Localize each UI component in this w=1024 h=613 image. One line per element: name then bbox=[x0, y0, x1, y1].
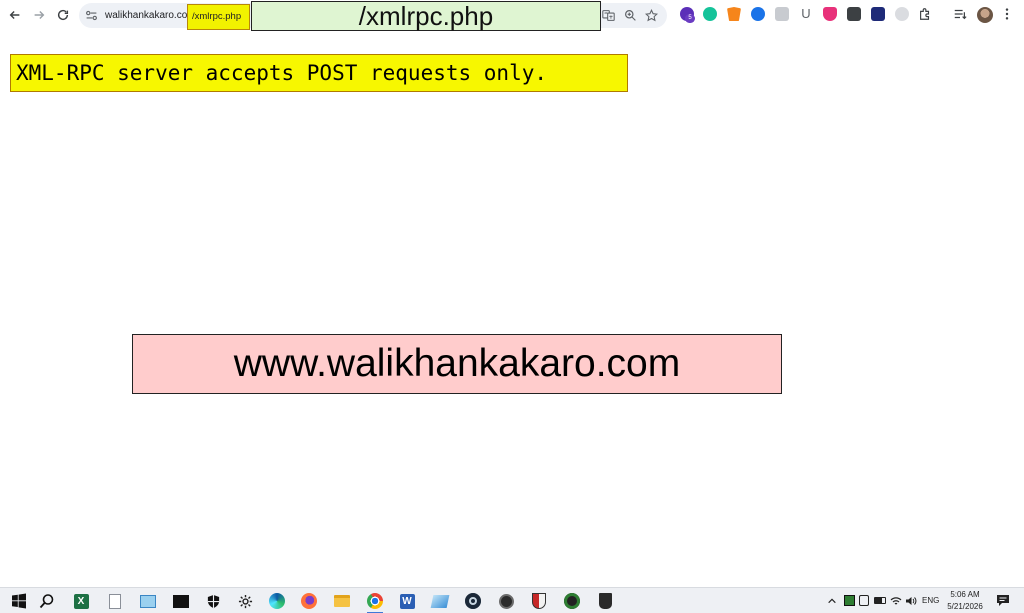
site-settings-icon[interactable] bbox=[85, 9, 98, 22]
forward-button[interactable] bbox=[28, 4, 50, 26]
extension-gray-icon[interactable] bbox=[775, 7, 789, 21]
extension-u-icon[interactable]: U bbox=[799, 7, 813, 21]
arrow-left-icon bbox=[9, 11, 20, 19]
profile-avatar[interactable] bbox=[977, 7, 993, 23]
speaker-icon bbox=[906, 596, 917, 605]
taskbar-notepad[interactable] bbox=[106, 592, 124, 610]
path-annotation-banner: /xmlrpc.php bbox=[251, 1, 601, 31]
translate-icon[interactable] bbox=[602, 9, 615, 22]
taskbar-file-explorer[interactable] bbox=[333, 592, 351, 610]
app-window-icon bbox=[140, 594, 156, 608]
reload-icon bbox=[57, 9, 69, 21]
taskbar-app-dark[interactable] bbox=[497, 592, 515, 610]
taskbar-steam[interactable] bbox=[464, 592, 482, 610]
tray-green-icon bbox=[843, 595, 855, 606]
windows-logo-icon bbox=[12, 593, 26, 609]
taskbar-security[interactable] bbox=[204, 592, 222, 610]
more-menu-icon[interactable] bbox=[1000, 7, 1014, 21]
shield-icon bbox=[207, 594, 219, 608]
excel-icon: X bbox=[73, 593, 89, 609]
terminal-icon bbox=[173, 594, 189, 608]
app-blue-icon bbox=[430, 594, 450, 608]
zoom-icon[interactable] bbox=[624, 9, 637, 22]
tray-overflow-chevron-icon[interactable] bbox=[826, 594, 838, 607]
browser-toolbar: walikhankakaro.com /xmlrpc.php /xmlrpc.p… bbox=[0, 0, 1024, 31]
battery-icon bbox=[874, 597, 886, 604]
search-button[interactable] bbox=[38, 592, 56, 610]
gear-icon bbox=[238, 594, 252, 608]
app-green-icon bbox=[564, 593, 580, 609]
steam-icon bbox=[465, 593, 481, 609]
taskbar-chrome[interactable] bbox=[366, 592, 384, 613]
document-icon bbox=[109, 593, 121, 609]
url-host[interactable]: walikhankakaro.com bbox=[105, 9, 196, 22]
tray-battery[interactable] bbox=[874, 594, 886, 607]
bookmark-star-icon[interactable] bbox=[645, 9, 658, 22]
tray-app-icon[interactable] bbox=[843, 594, 855, 607]
arrow-right-icon bbox=[34, 11, 45, 19]
taskbar-terminal[interactable] bbox=[172, 592, 190, 610]
taskbar-firefox[interactable] bbox=[300, 592, 318, 610]
reload-button[interactable] bbox=[52, 4, 74, 26]
tray-app-icon-2[interactable] bbox=[858, 594, 870, 607]
extension-blue-icon[interactable] bbox=[751, 7, 765, 21]
extension-shield-icon[interactable] bbox=[823, 7, 837, 21]
extension-navy-icon[interactable] bbox=[871, 7, 885, 21]
taskbar-excel[interactable]: X bbox=[72, 592, 90, 610]
reading-list-icon[interactable] bbox=[953, 7, 967, 21]
extension-badge: 5 bbox=[685, 14, 695, 23]
back-button[interactable] bbox=[4, 4, 26, 26]
taskbar: X W ENG 5:06 AM 5/21/2026 bbox=[0, 587, 1024, 613]
firefox-icon bbox=[301, 593, 317, 609]
taskbar-app[interactable] bbox=[139, 592, 157, 610]
grammarly-icon[interactable] bbox=[703, 7, 717, 21]
taskbar-app-blue[interactable] bbox=[430, 592, 450, 610]
tray-monitor-icon bbox=[859, 595, 869, 606]
chevron-up-icon bbox=[828, 598, 836, 603]
website-watermark-banner: www.walikhankakaro.com bbox=[132, 334, 782, 394]
edge-icon bbox=[269, 593, 285, 609]
input-language[interactable]: ENG bbox=[922, 595, 939, 607]
word-icon: W bbox=[399, 593, 415, 609]
system-clock[interactable]: 5:06 AM 5/21/2026 bbox=[945, 589, 985, 613]
screen: walikhankakaro.com /xmlrpc.php /xmlrpc.p… bbox=[0, 0, 1024, 613]
notification-center-icon[interactable] bbox=[996, 594, 1010, 607]
tray-volume[interactable] bbox=[905, 594, 917, 607]
extension-dark-icon[interactable] bbox=[847, 7, 861, 21]
taskbar-app-shield[interactable] bbox=[530, 592, 548, 610]
epic-games-icon bbox=[598, 593, 612, 609]
taskbar-word[interactable]: W bbox=[398, 592, 416, 610]
crest-icon bbox=[532, 593, 546, 609]
wifi-icon bbox=[890, 596, 902, 605]
folder-icon bbox=[334, 595, 350, 607]
start-button[interactable] bbox=[10, 592, 28, 610]
metamask-icon[interactable] bbox=[727, 7, 741, 21]
taskbar-settings[interactable] bbox=[236, 592, 254, 610]
search-icon bbox=[39, 594, 54, 609]
clock-time: 5:06 AM bbox=[950, 590, 980, 599]
taskbar-app-green[interactable] bbox=[563, 592, 581, 610]
extension-light-icon[interactable] bbox=[895, 7, 909, 21]
extensions-puzzle-icon[interactable] bbox=[918, 7, 932, 21]
app-dark-icon bbox=[498, 593, 514, 609]
tray-network[interactable] bbox=[890, 594, 902, 607]
taskbar-edge[interactable] bbox=[268, 592, 286, 610]
chrome-icon bbox=[367, 593, 383, 609]
url-path-highlight[interactable]: /xmlrpc.php bbox=[187, 4, 250, 30]
clock-date: 5/21/2026 bbox=[947, 602, 983, 611]
xmlrpc-response-message: XML-RPC server accepts POST requests onl… bbox=[10, 54, 628, 92]
taskbar-epic-games[interactable] bbox=[596, 592, 614, 610]
